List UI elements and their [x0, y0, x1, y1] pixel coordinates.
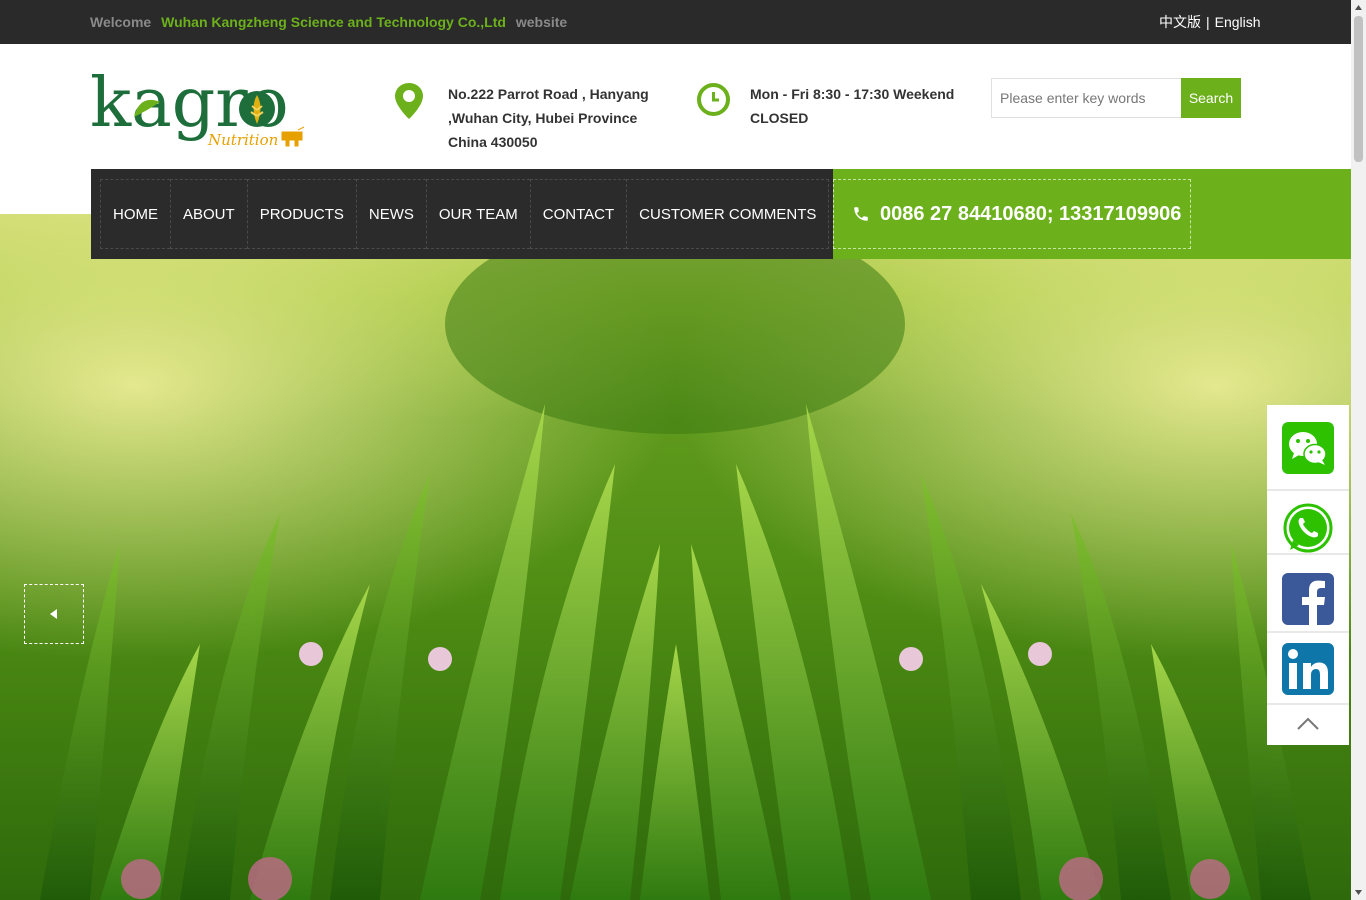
- facebook-icon[interactable]: [1282, 573, 1334, 625]
- slider-prev-button[interactable]: [24, 584, 84, 644]
- phone-box[interactable]: 0086 27 84410680; 13317109906: [833, 179, 1191, 249]
- lang-chinese-link[interactable]: 中文版: [1159, 14, 1201, 30]
- clock-icon: [697, 83, 730, 116]
- nav-about[interactable]: ABOUT: [170, 179, 247, 249]
- location-pin-icon: [395, 83, 423, 119]
- scroll-up-arrow[interactable]: [1351, 0, 1366, 15]
- chevron-up-icon[interactable]: [1296, 717, 1320, 731]
- whatsapp-icon[interactable]: [1282, 502, 1334, 554]
- sidebar-divider: [1267, 631, 1349, 633]
- address-block: No.222 Parrot Road , Hanyang ,Wuhan City…: [394, 82, 668, 154]
- lang-separator: |: [1206, 14, 1210, 30]
- nav-news[interactable]: NEWS: [355, 179, 426, 249]
- sidebar-divider: [1267, 703, 1349, 705]
- lang-english-link[interactable]: English: [1215, 14, 1261, 30]
- phone-icon: [854, 207, 868, 221]
- scrollbar-thumb[interactable]: [1354, 16, 1363, 162]
- triangle-down-icon: [1355, 890, 1362, 895]
- grass-banner-image: [0, 214, 1351, 900]
- kagro-logo[interactable]: kagro Nutrition: [90, 62, 310, 152]
- search-input[interactable]: [991, 78, 1181, 118]
- scroll-down-arrow[interactable]: [1351, 885, 1366, 900]
- hours-block: Mon - Fri 8:30 - 17:30 Weekend CLOSED: [696, 82, 970, 130]
- phone-bar: 0086 27 84410680; 13317109906: [833, 169, 1351, 259]
- search-form: Search: [991, 78, 1241, 118]
- svg-text:Nutrition: Nutrition: [207, 131, 278, 149]
- welcome-prefix: Welcome: [90, 14, 152, 30]
- top-bar: Welcome Wuhan Kangzheng Science and Tech…: [0, 0, 1351, 44]
- hours-text: Mon - Fri 8:30 - 17:30 Weekend CLOSED: [750, 86, 955, 126]
- language-switcher: 中文版 | English: [1159, 12, 1261, 32]
- company-name: Wuhan Kangzheng Science and Technology C…: [161, 14, 506, 30]
- scrollbar[interactable]: [1351, 0, 1366, 900]
- main-nav: HOME ABOUT PRODUCTS NEWS OUR TEAM CONTAC…: [91, 169, 833, 259]
- nav-customer-comments[interactable]: CUSTOMER COMMENTS: [626, 179, 830, 249]
- welcome-suffix: website: [515, 14, 568, 30]
- nav-home[interactable]: HOME: [100, 179, 170, 249]
- nav-our-team[interactable]: OUR TEAM: [425, 179, 530, 249]
- nav-contact[interactable]: CONTACT: [529, 179, 627, 249]
- social-sidebar: [1267, 405, 1349, 745]
- triangle-up-icon: [1355, 5, 1362, 10]
- sidebar-divider: [1267, 489, 1349, 491]
- search-button[interactable]: Search: [1181, 78, 1241, 118]
- chevron-left-icon: [50, 609, 57, 619]
- linkedin-icon[interactable]: [1282, 643, 1334, 695]
- wechat-icon[interactable]: [1282, 422, 1334, 474]
- address-text: No.222 Parrot Road , Hanyang ,Wuhan City…: [448, 86, 649, 150]
- nav-products[interactable]: PRODUCTS: [246, 179, 356, 249]
- sidebar-divider: [1267, 553, 1349, 555]
- phone-number: 0086 27 84410680; 13317109906: [880, 202, 1182, 225]
- hero-banner: [0, 214, 1351, 900]
- welcome-message: Welcome Wuhan Kangzheng Science and Tech…: [90, 14, 567, 30]
